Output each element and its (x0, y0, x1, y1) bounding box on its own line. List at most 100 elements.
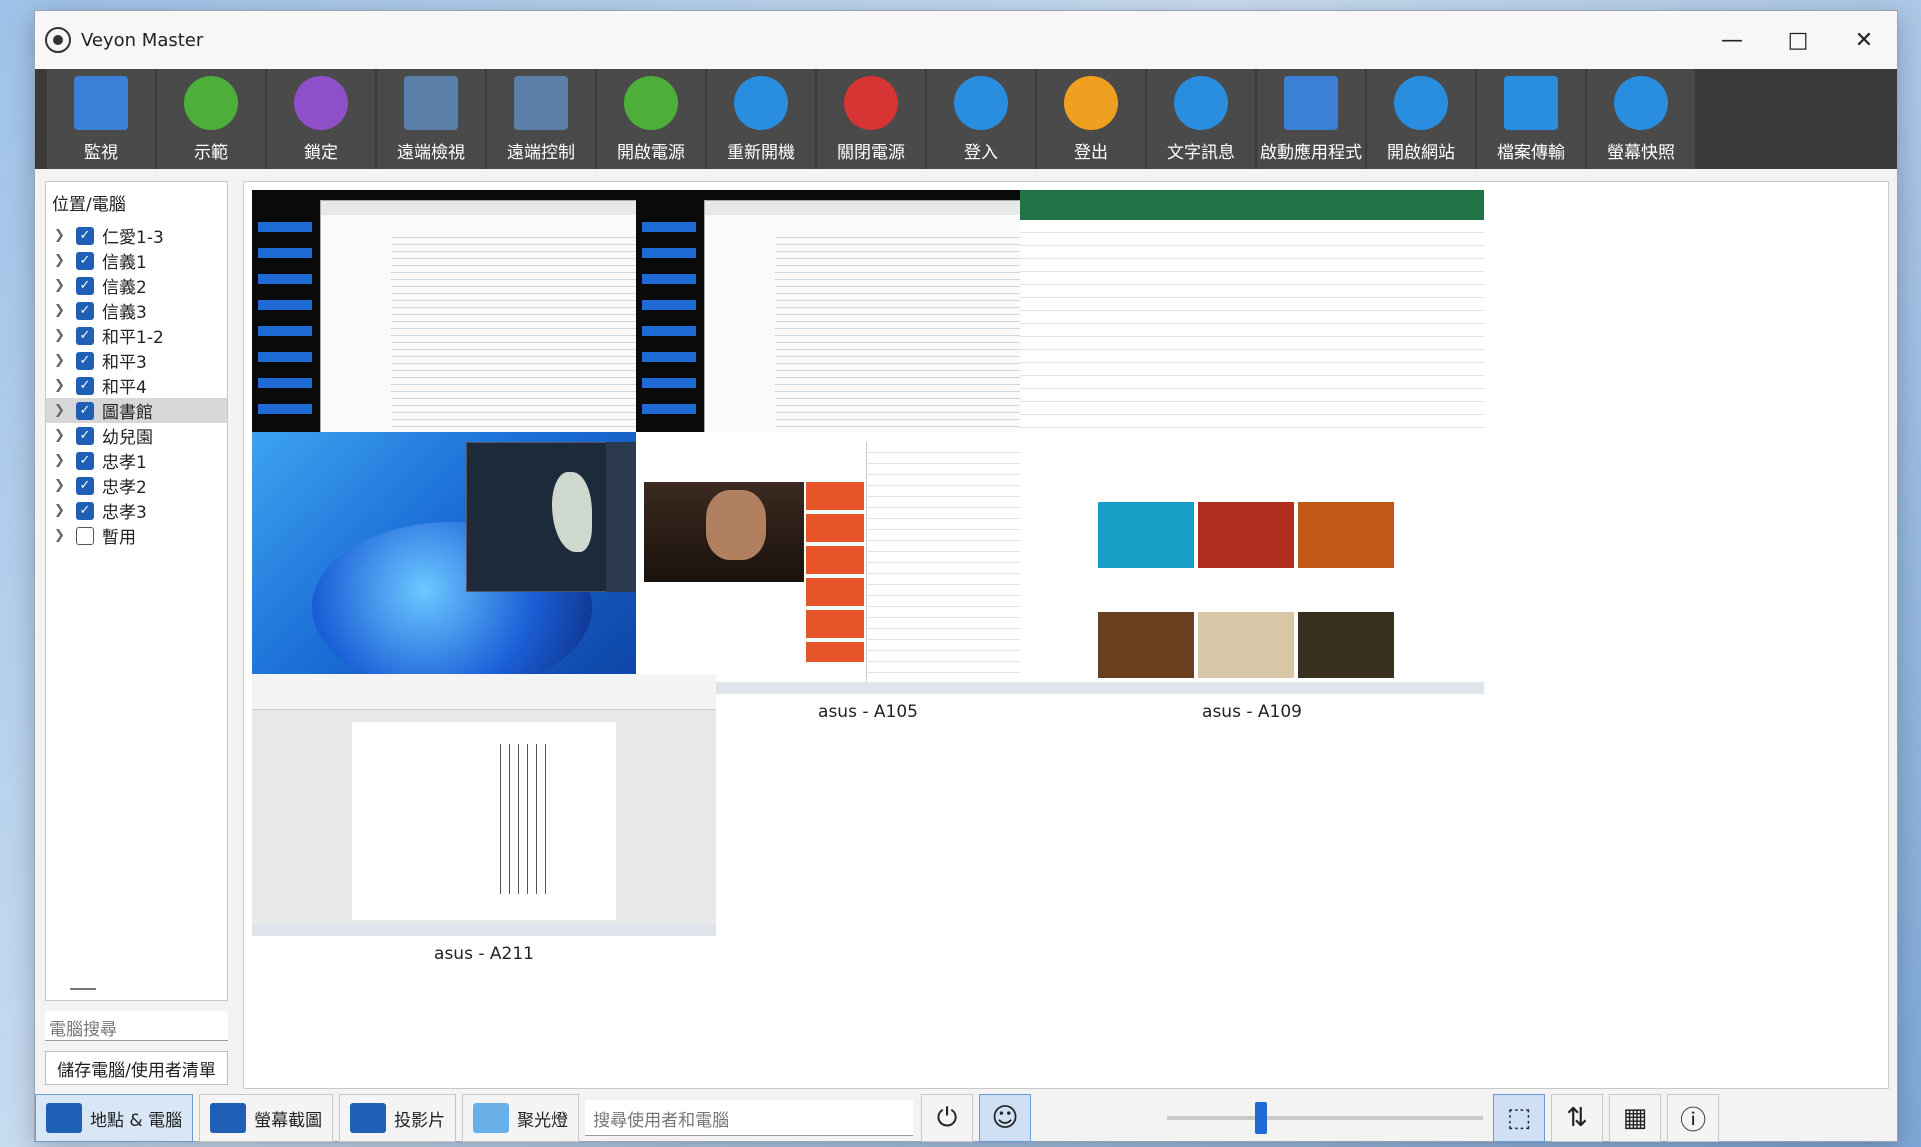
toolbar-button-2[interactable]: 鎖定 (267, 69, 375, 169)
slideshow-button[interactable]: 投影片 (339, 1094, 457, 1142)
toolbar-button-label: 遠端檢視 (397, 143, 465, 163)
tree-item-label: 和平1-2 (102, 328, 164, 348)
tree-item[interactable]: ❯ ✓ 仁愛1-3 (46, 223, 227, 248)
toolbar-button-7[interactable]: 關閉電源 (817, 69, 925, 169)
tree-item-label: 和平3 (102, 353, 147, 373)
toolbar-button-13[interactable]: 檔案傳輸 (1477, 69, 1585, 169)
tree-item[interactable]: ❯ ✓ 和平4 (46, 373, 227, 398)
chevron-right-icon[interactable]: ❯ (54, 253, 68, 268)
screen-thumbnail (1020, 190, 1484, 452)
computer-tile[interactable]: asus - A109 (1020, 432, 1484, 722)
toolbar-button-label: 登出 (1074, 143, 1108, 163)
minimize-button[interactable]: — (1699, 11, 1765, 69)
fit-icon: ⬚ (1506, 1103, 1532, 1133)
tree-item[interactable]: ❯ ✓ 忠孝2 (46, 473, 227, 498)
bottom-bar: 地點 & 電腦 螢幕截圖 投影片 聚光燈 搜尋使用者和電腦 ⏻ ☺ ⬚ ⇅ ▦ … (35, 1093, 1897, 1143)
toolbar-button-label: 示範 (194, 143, 228, 163)
maximize-button[interactable]: □ (1765, 11, 1831, 69)
layout-grid-button[interactable]: ▦ (1609, 1094, 1662, 1142)
logout-icon (1064, 76, 1118, 130)
chevron-right-icon[interactable]: ❯ (54, 303, 68, 318)
tree-item[interactable]: ❯ ✓ 信義1 (46, 248, 227, 273)
power-toggle-button[interactable]: ⏻ (921, 1094, 974, 1142)
screen-thumbnail (252, 674, 716, 936)
zoom-slider-knob[interactable] (1255, 1102, 1268, 1134)
location-checkbox[interactable]: ✓ (76, 426, 94, 445)
toolbar-button-0[interactable]: 監視 (47, 69, 155, 169)
computer-tile[interactable]: asus - A211 (252, 674, 716, 964)
toolbar-button-14[interactable]: 螢幕快照 (1587, 69, 1695, 169)
tree-item[interactable]: ❯ 暫用 (46, 523, 227, 548)
toolbar-button-5[interactable]: 開啟電源 (597, 69, 705, 169)
arrange-button[interactable]: ⇅ (1551, 1094, 1604, 1142)
toolbar-button-10[interactable]: 文字訊息 (1147, 69, 1255, 169)
toolbar-button-6[interactable]: 重新開機 (707, 69, 815, 169)
chevron-right-icon[interactable]: ❯ (54, 528, 68, 543)
zoom-slider[interactable] (1167, 1102, 1484, 1134)
chevron-right-icon[interactable]: ❯ (54, 278, 68, 293)
location-checkbox[interactable]: ✓ (76, 226, 94, 245)
user-computer-search-input[interactable]: 搜尋使用者和電腦 (585, 1100, 914, 1136)
toolbar-button-9[interactable]: 登出 (1037, 69, 1145, 169)
locations-button[interactable]: 地點 & 電腦 (35, 1094, 194, 1142)
location-checkbox[interactable]: ✓ (76, 276, 94, 295)
toolbar-button-1[interactable]: 示範 (157, 69, 265, 169)
remote-view-icon (404, 76, 458, 130)
toolbar-button-3[interactable]: 遠端檢視 (377, 69, 485, 169)
location-checkbox[interactable]: ✓ (76, 401, 94, 420)
panel-splitter[interactable] (70, 988, 96, 990)
globe-icon (1394, 76, 1448, 130)
toolbar: 監視 示範 鎖定 遠端檢視 遠端控制 開啟電源 重新開機 關閉電源 登入 登出 文字訊息 啟動應用程式… (35, 69, 1897, 169)
location-checkbox[interactable]: ✓ (76, 476, 94, 495)
location-checkbox[interactable]: ✓ (76, 376, 94, 395)
spotlight-button[interactable]: 聚光燈 (462, 1094, 580, 1142)
location-checkbox[interactable]: ✓ (76, 301, 94, 320)
chevron-right-icon[interactable]: ❯ (54, 378, 68, 393)
tree-item[interactable]: ❯ ✓ 忠孝3 (46, 498, 227, 523)
window-title: Veyon Master (81, 29, 204, 51)
save-list-button[interactable]: 儲存電腦/使用者清單 (45, 1051, 228, 1085)
computer-search-input[interactable]: 電腦搜尋 (45, 1011, 228, 1041)
tree-item-label: 信義1 (102, 253, 147, 273)
tree-item[interactable]: ❯ ✓ 和平3 (46, 348, 227, 373)
location-checkbox[interactable]: ✓ (76, 251, 94, 270)
tree-item[interactable]: ❯ ✓ 信義2 (46, 273, 227, 298)
users-icon: ☺ (991, 1103, 1019, 1133)
screenshots-button[interactable]: 螢幕截圖 (199, 1094, 334, 1142)
tree-item-label: 信義2 (102, 278, 147, 298)
toolbar-button-8[interactable]: 登入 (927, 69, 1035, 169)
tree-item[interactable]: ❯ ✓ 信義3 (46, 298, 227, 323)
about-button[interactable]: ⓘ (1667, 1094, 1720, 1142)
title-bar: Veyon Master — □ ✕ (35, 11, 1897, 69)
toolbar-button-4[interactable]: 遠端控制 (487, 69, 595, 169)
chevron-right-icon[interactable]: ❯ (54, 328, 68, 343)
close-button[interactable]: ✕ (1831, 11, 1897, 69)
chevron-right-icon[interactable]: ❯ (54, 403, 68, 418)
toolbar-button-label: 螢幕快照 (1607, 143, 1675, 163)
chevron-right-icon[interactable]: ❯ (54, 453, 68, 468)
tree-item[interactable]: ❯ ✓ 幼兒園 (46, 423, 227, 448)
auto-fit-button[interactable]: ⬚ (1493, 1094, 1546, 1142)
chevron-right-icon[interactable]: ❯ (54, 478, 68, 493)
user-groups-button[interactable]: ☺ (979, 1094, 1032, 1142)
tree-item[interactable]: ❯ ✓ 和平1-2 (46, 323, 227, 348)
chevron-right-icon[interactable]: ❯ (54, 228, 68, 243)
veyon-logo-icon (45, 27, 71, 53)
location-checkbox[interactable]: ✓ (76, 501, 94, 520)
chevron-right-icon[interactable]: ❯ (54, 428, 68, 443)
chevron-right-icon[interactable]: ❯ (54, 353, 68, 368)
computer-name: asus - A109 (1202, 702, 1302, 722)
tree-item[interactable]: ❯ ✓ 忠孝1 (46, 448, 227, 473)
chevron-right-icon[interactable]: ❯ (54, 503, 68, 518)
location-checkbox[interactable]: ✓ (76, 451, 94, 470)
reboot-icon (734, 76, 788, 130)
tree-item[interactable]: ❯ ✓ 圖書館 (46, 398, 227, 423)
location-checkbox[interactable] (76, 526, 94, 545)
monitor-icon (46, 1103, 82, 1133)
location-checkbox[interactable]: ✓ (76, 326, 94, 345)
spotlight-icon (473, 1103, 510, 1133)
toolbar-button-12[interactable]: 開啟網站 (1367, 69, 1475, 169)
toolbar-button-label: 鎖定 (304, 143, 338, 163)
toolbar-button-11[interactable]: 啟動應用程式 (1257, 69, 1365, 169)
location-checkbox[interactable]: ✓ (76, 351, 94, 370)
